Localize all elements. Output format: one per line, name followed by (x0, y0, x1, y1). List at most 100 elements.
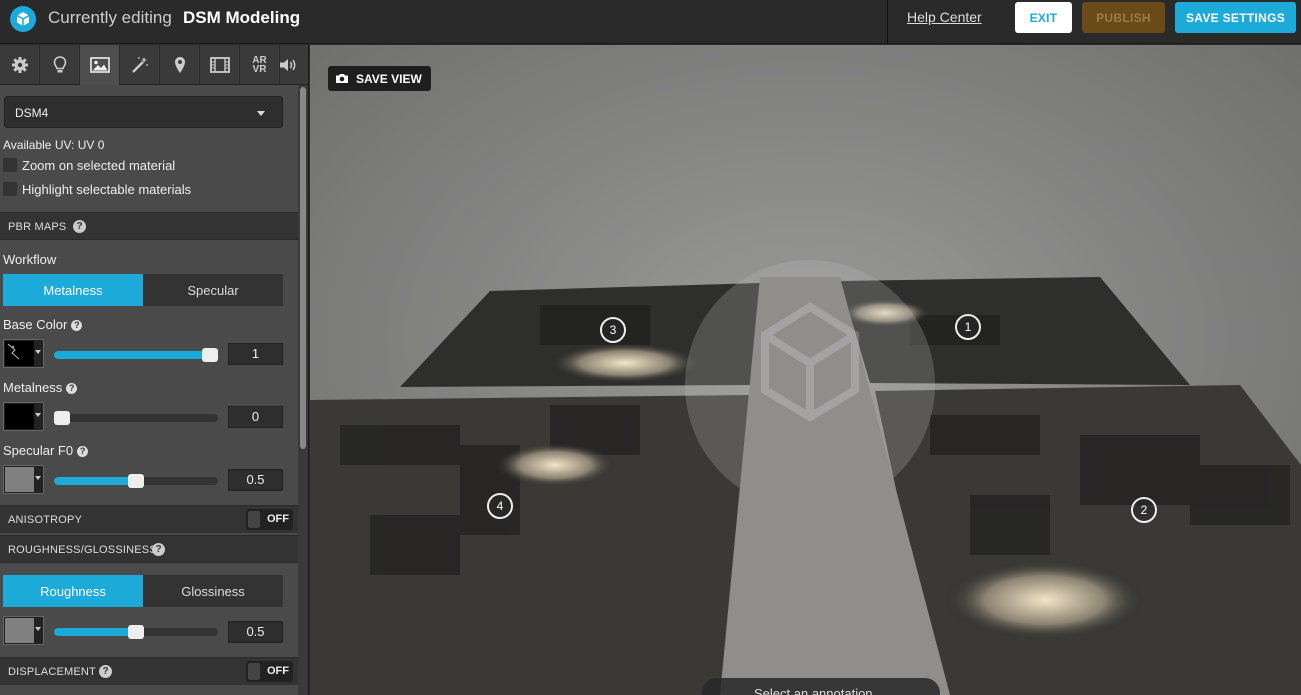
pbr-maps-header[interactable]: PBR MAPS ? (0, 212, 298, 240)
metalness-slider-handle[interactable] (54, 411, 70, 425)
zoom-material-label: Zoom on selected material (22, 158, 176, 173)
base-color-slider-handle[interactable] (202, 348, 218, 362)
tab-annotations[interactable] (160, 45, 200, 85)
workflow-toggle: Metalness Specular (3, 274, 283, 306)
annotation-navigator[interactable]: Select an annotation (702, 678, 940, 695)
base-color-slider[interactable] (54, 348, 218, 362)
base-color-value[interactable]: 1 (228, 343, 283, 365)
roughness-mode-toggle: Roughness Glossiness (3, 575, 283, 607)
workflow-metalness-button[interactable]: Metalness (3, 274, 143, 306)
base-color-label: Base Color? (3, 317, 83, 332)
anisotropy-label: ANISOTROPY (8, 514, 83, 526)
magic-wand-icon (131, 57, 148, 73)
terrain-model-render (310, 45, 1301, 695)
zoom-material-checkbox[interactable] (3, 158, 17, 172)
metalness-color-picker[interactable] (3, 402, 44, 431)
help-icon[interactable]: ? (66, 383, 78, 394)
chevron-down-icon (257, 111, 265, 116)
anisotropy-row: ANISOTROPY OFF (0, 505, 298, 533)
workflow-label: Workflow (3, 252, 57, 267)
settings-sidebar: AR VR DSM4 Available UV: UV 0 Zoom on se… (0, 45, 309, 695)
save-view-label: SAVE VIEW (356, 72, 422, 86)
specular-f0-color-swatch (5, 467, 34, 492)
specular-f0-slider-handle[interactable] (128, 474, 144, 488)
3d-viewport[interactable]: SAVE VIEW 1 2 3 4 Select an annotation (310, 45, 1301, 695)
highlight-materials-option[interactable]: Highlight selectable materials (3, 182, 191, 197)
roughness-slider[interactable] (54, 625, 218, 639)
save-view-button[interactable]: SAVE VIEW (328, 66, 431, 91)
tab-audio[interactable] (268, 45, 308, 85)
base-color-texture-thumbnail (5, 341, 34, 366)
pbr-maps-title: PBR MAPS (8, 221, 67, 233)
material-select[interactable]: DSM4 (4, 96, 283, 128)
anisotropy-toggle[interactable]: OFF (246, 509, 293, 530)
sidebar-scroll-thumb[interactable] (300, 87, 306, 449)
sidebar-scrollbar[interactable] (298, 85, 308, 695)
specular-f0-label: Specular F0? (3, 443, 89, 458)
specular-f0-value[interactable]: 0.5 (228, 469, 283, 491)
tab-animation[interactable] (200, 45, 240, 85)
roughness-button[interactable]: Roughness (3, 575, 143, 607)
roughness-slider-handle[interactable] (128, 625, 144, 639)
displacement-state: OFF (267, 665, 289, 677)
metalness-label-text: Metalness (3, 380, 63, 395)
anisotropy-toggle-knob (248, 511, 260, 528)
specular-f0-slider[interactable] (54, 474, 218, 488)
annotation-hotspot[interactable]: 1 (955, 314, 981, 340)
map-pin-icon (174, 57, 185, 73)
exit-button[interactable]: EXIT (1015, 2, 1072, 33)
help-icon[interactable]: ? (99, 665, 112, 678)
gear-icon (11, 57, 28, 73)
chevron-down-icon (35, 476, 41, 480)
image-icon (89, 57, 110, 73)
tab-materials[interactable] (80, 45, 120, 85)
film-icon (209, 57, 230, 73)
help-center-link[interactable]: Help Center (907, 9, 982, 25)
chevron-down-icon (35, 413, 41, 417)
displacement-toggle-knob (248, 663, 260, 680)
help-icon[interactable]: ? (73, 220, 86, 233)
roughness-glossiness-header[interactable]: ROUGHNESS/GLOSSINESS ? (0, 535, 298, 563)
chevron-down-icon (35, 627, 41, 631)
roughness-slider-fill (54, 628, 136, 636)
tab-lighting[interactable] (40, 45, 80, 85)
model-title: DSM Modeling (183, 8, 301, 27)
glossiness-button[interactable]: Glossiness (143, 575, 283, 607)
highlight-materials-checkbox[interactable] (3, 182, 17, 196)
zoom-material-option[interactable]: Zoom on selected material (3, 158, 175, 173)
workflow-specular-button[interactable]: Specular (143, 274, 283, 306)
metalness-slider[interactable] (54, 411, 218, 425)
help-icon[interactable]: ? (71, 320, 83, 331)
roughness-glossiness-title: ROUGHNESS/GLOSSINESS (8, 544, 157, 556)
roughness-color-swatch (5, 618, 34, 643)
specular-f0-label-text: Specular F0 (3, 443, 74, 458)
settings-tabs: AR VR (0, 45, 308, 85)
roughness-color-picker[interactable] (3, 616, 44, 645)
material-select-value: DSM4 (15, 106, 49, 120)
save-settings-button[interactable]: SAVE SETTINGS (1175, 2, 1296, 33)
help-icon[interactable]: ? (152, 543, 165, 556)
metalness-label: Metalness? (3, 380, 78, 395)
annotation-hotspot[interactable]: 2 (1131, 497, 1157, 523)
specular-f0-slider-fill (54, 477, 136, 485)
highlight-materials-label: Highlight selectable materials (22, 182, 192, 197)
sketchfab-logo-icon[interactable] (10, 6, 36, 32)
anisotropy-state: OFF (267, 513, 289, 525)
ar-vr-icon: AR VR (252, 56, 266, 75)
base-color-label-text: Base Color (3, 317, 68, 332)
tab-post-processing[interactable] (120, 45, 160, 85)
specular-f0-color-picker[interactable] (3, 465, 44, 494)
annotation-hotspot[interactable]: 3 (600, 317, 626, 343)
base-color-texture-picker[interactable] (3, 339, 44, 368)
help-icon[interactable]: ? (77, 446, 89, 457)
metalness-value[interactable]: 0 (228, 406, 283, 428)
displacement-label: DISPLACEMENT (8, 666, 96, 678)
displacement-row: DISPLACEMENT ? OFF (0, 657, 298, 685)
lightbulb-icon (53, 56, 66, 73)
roughness-value[interactable]: 0.5 (228, 621, 283, 643)
publish-button[interactable]: PUBLISH (1082, 2, 1165, 33)
base-color-slider-fill (54, 351, 210, 359)
tab-scene[interactable] (0, 45, 40, 85)
annotation-hotspot[interactable]: 4 (487, 493, 513, 519)
displacement-toggle[interactable]: OFF (246, 661, 293, 682)
